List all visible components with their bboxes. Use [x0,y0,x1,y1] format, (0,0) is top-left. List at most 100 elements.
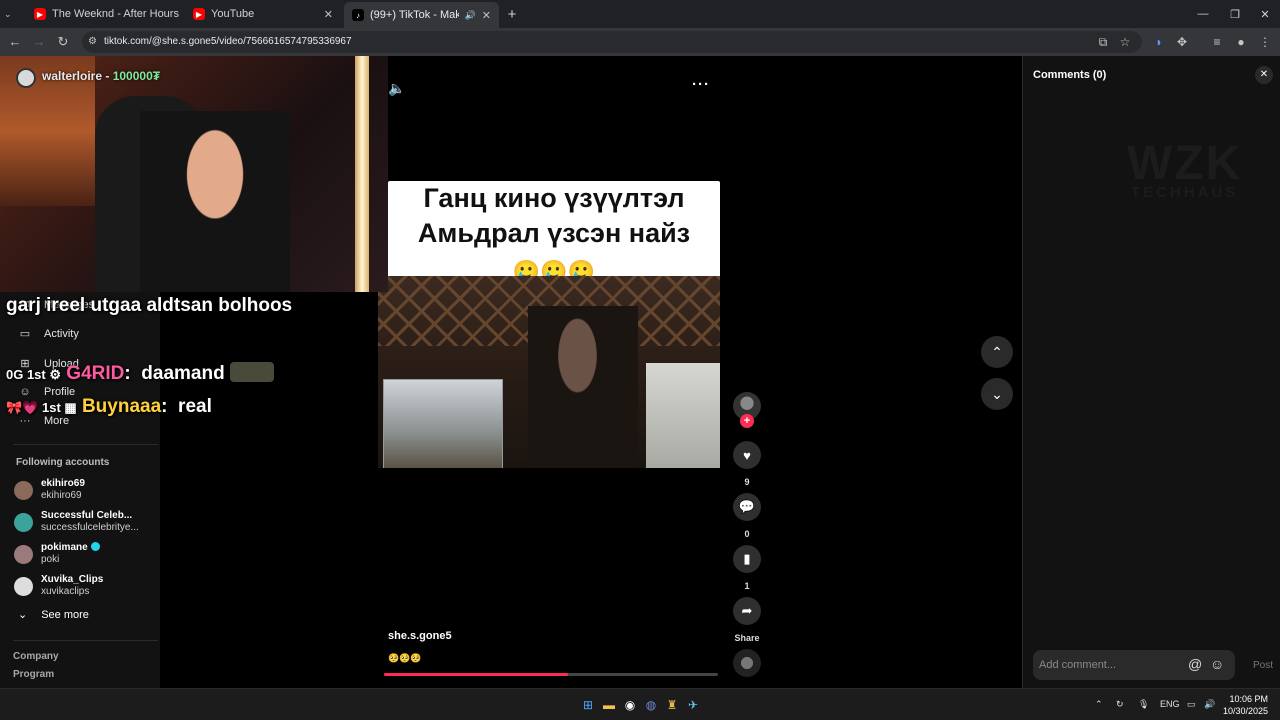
music-disc-icon[interactable] [733,649,761,677]
emoji-icon[interactable]: ☺ [1210,656,1224,672]
volume-icon[interactable]: 🔈 [388,80,405,97]
file-explorer-icon[interactable]: ▬ [601,697,617,713]
see-more-button[interactable]: ⌄ See more [18,608,89,622]
chat-username: G4RID [66,363,125,384]
inbox-icon: ▭ [19,328,31,340]
chat-emote [229,362,274,382]
chat-username: Buynaaa [81,396,162,417]
watermark-logo: WZK [1127,137,1243,190]
video-frame [378,276,720,468]
tab-title: YouTube [211,8,255,20]
save-button[interactable]: ▮ 1 [733,545,761,591]
clock-date: 10/30/2025 [1222,706,1268,716]
more-options-icon[interactable]: ··· [692,76,710,93]
clock-time: 10:06 PM [1229,694,1268,704]
microphone-icon[interactable]: 🎙 [1138,699,1149,710]
comment-button[interactable]: 💬 0 [733,493,761,539]
tab-youtube[interactable]: ▶ YouTube ✕ [185,3,341,25]
menu-kebab-icon[interactable]: ⋮ [1256,33,1274,51]
see-more-label: See more [41,608,89,621]
tab-tiktok[interactable]: ♪ (99+) TikTok - Make Your Da 🔊 ✕ [344,2,499,28]
system-clock[interactable]: 10:06 PM 10/30/2025 [1218,693,1268,717]
chat-badges: 🎀💗 1st ▦ [6,400,77,415]
tray-sync-icon[interactable]: ↻ [1116,699,1124,710]
next-video-button[interactable]: ⌄ [981,378,1013,410]
light-strip [355,56,369,292]
streamer-coins: 100000₮ [112,69,161,83]
video-fridge [646,363,720,468]
footer-link-company[interactable]: Company [13,651,59,662]
discord-icon[interactable]: ◍ [643,697,659,713]
app-icon[interactable]: ♜ [664,697,680,713]
comment-input[interactable] [1033,650,1235,680]
previous-video-button[interactable]: ⌃ [981,336,1013,368]
following-account[interactable]: ekihiro69 ekihiro69 [14,478,85,502]
maximize-button[interactable]: ❐ [1226,3,1244,25]
install-app-icon[interactable]: ⧉ [1094,33,1112,51]
like-button[interactable]: ♥ 9 [733,441,761,487]
footer-link-program[interactable]: Program [13,669,54,680]
account-handle: poki [41,554,60,565]
chevron-up-icon: ⌃ [991,344,1003,360]
sidebar-item-activity[interactable]: ▭ Activity [18,327,79,341]
comment-count: 0 [744,529,750,539]
site-info-icon[interactable]: ⚙ [88,31,97,53]
volume-tray-icon[interactable]: 🔊 [1204,699,1215,710]
tab-weeknd[interactable]: ▶ The Weeknd - After Hours (Aud ✕ [26,3,182,25]
heart-icon: ♥ [733,441,761,469]
save-count: 1 [744,581,750,591]
divider [13,640,158,641]
language-indicator[interactable]: ENG [1160,699,1180,709]
like-count: 9 [744,477,750,487]
following-account[interactable]: pokimane poki [14,542,100,566]
share-button[interactable]: ➦ Share [733,597,761,643]
video-author[interactable]: she.s.gone5 [388,630,452,642]
audio-playing-icon[interactable]: 🔊 [465,10,476,21]
puzzle-icon[interactable]: ✥ [1173,33,1191,51]
account-name: Successful Celeb... [41,510,133,521]
new-tab-button[interactable]: + [503,3,521,25]
verified-badge-icon [90,542,100,551]
chat-message: 🎀💗 1st ▦ Buynaaa: real [6,396,212,417]
following-account[interactable]: Successful Celeb... successfulcelebritye.… [14,510,139,534]
follow-plus-icon[interactable]: + [740,414,754,428]
mention-icon[interactable]: @ [1188,656,1202,672]
steam-icon[interactable]: ✈ [685,697,701,713]
window-close-button[interactable]: ✕ [1256,3,1274,25]
chat-text: garj ireel utgaa aldtsan bolhoos [6,295,293,316]
avatar [14,544,33,564]
minimize-button[interactable]: — [1194,3,1212,25]
youtube-icon: ▶ [193,8,205,20]
comments-panel: Comments (0) ✕ WZK TECHHAUS @ ☺ Post [1022,56,1280,688]
following-accounts-title: Following accounts [16,457,110,468]
network-icon[interactable]: ▭ [1187,699,1196,710]
post-button[interactable]: Post [1253,660,1273,671]
bookmark-star-icon[interactable]: ☆ [1116,33,1134,51]
following-account[interactable]: Xuvika_Clips xuvikaclips [14,574,103,598]
close-icon[interactable]: ✕ [324,8,333,21]
chrome-icon[interactable]: ◉ [622,697,638,713]
chat-message: 0G 1st ⚙ G4RID: daamand [6,362,274,385]
profile-avatar[interactable]: ● [1232,33,1250,51]
reload-button[interactable]: ↻ [54,33,72,51]
tray-chevron-icon[interactable]: ⌃ [1095,699,1103,710]
account-name: ekihiro69 [41,478,85,489]
extension-icon[interactable]: ◗ [1150,33,1168,51]
video-progress-bar[interactable] [384,673,718,676]
close-icon[interactable]: ✕ [1255,66,1273,84]
tab-title: (99+) TikTok - Make Your Da [370,9,459,21]
video-description: 🥺🥺🥺 [388,653,422,663]
video-player[interactable]: 🔈 ··· Ганц кино үзүүлтэл Амьдрал үзсэн н… [378,56,720,688]
forward-button[interactable]: → [30,33,48,51]
watermark-subtitle: TECHHAUS [1131,184,1239,201]
chat-text: daamand [141,363,225,384]
tab-search-button[interactable]: ⌄ [4,6,20,22]
comments-title: Comments (0) [1033,69,1107,81]
media-control-icon[interactable]: ≡ [1208,33,1226,51]
back-button[interactable]: ← [6,33,24,51]
avatar [14,480,33,500]
close-icon[interactable]: ✕ [482,9,491,22]
address-bar[interactable]: ⚙ tiktok.com/@she.s.gone5/video/75666165… [82,31,1142,53]
windows-start-icon[interactable]: ⊞ [580,697,596,713]
avatar [14,576,33,596]
